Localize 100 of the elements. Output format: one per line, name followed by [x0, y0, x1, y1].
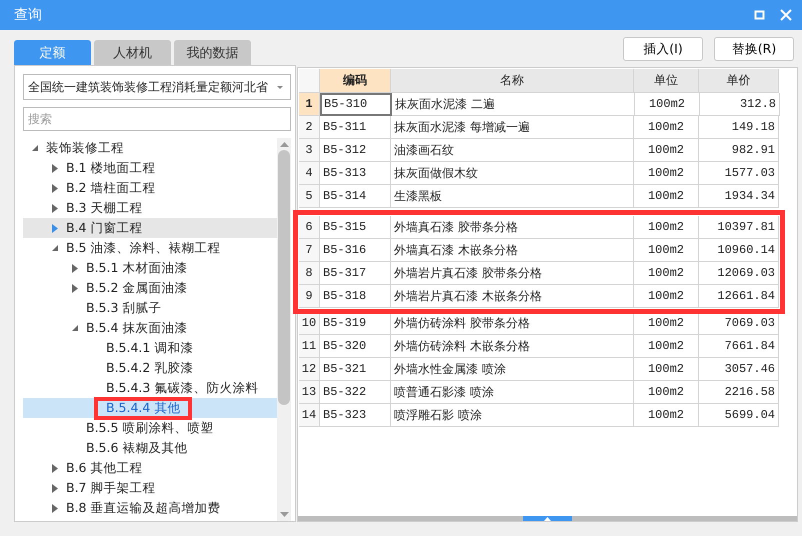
scrollbar[interactable]	[277, 138, 291, 521]
table-cell: 100m2	[634, 404, 699, 427]
row-number[interactable]: 12	[299, 358, 320, 381]
tree-item[interactable]: B.7 脚手架工程	[23, 478, 277, 498]
tree-item[interactable]: B.8 垂直运输及超高增加费	[23, 498, 277, 518]
collapsed-arrow-icon[interactable]	[52, 204, 58, 212]
collapsed-arrow-icon[interactable]	[52, 504, 58, 512]
action-button[interactable]: 插入(I)	[623, 37, 703, 61]
table-cell: 7661.84	[699, 335, 779, 358]
table-cell: B5-317	[320, 262, 391, 285]
table-cell: B5-312	[320, 139, 391, 162]
action-button[interactable]: 替换(R)	[714, 37, 794, 61]
table-cell: 2216.58	[699, 381, 779, 404]
collapsed-arrow-icon[interactable]	[72, 264, 78, 272]
row-number[interactable]: 9	[299, 285, 320, 308]
column-header[interactable]: 编码	[320, 69, 391, 93]
collapsed-arrow-icon[interactable]	[52, 464, 58, 472]
table-cell: 100m2	[634, 185, 699, 208]
table-cell: 外墙岩片真石漆 木嵌条分格	[391, 285, 634, 308]
table-cell: 外墙仿砖涂料 木嵌条分格	[391, 335, 634, 358]
tree-item[interactable]: B.2 墙柱面工程	[23, 178, 277, 198]
tree-item[interactable]: B.1 楼地面工程	[23, 158, 277, 178]
table-cell: 100m2	[634, 285, 699, 308]
library-dropdown[interactable]: 全国统一建筑装饰装修工程消耗量定额河北省	[23, 74, 291, 100]
table-cell: B5-320	[320, 335, 391, 358]
table-cell: B5-318	[320, 285, 391, 308]
column-header[interactable]: 名称	[391, 69, 634, 93]
tree-item[interactable]: B.5 油漆、涂料、裱糊工程	[23, 238, 277, 258]
collapsed-arrow-icon[interactable]	[52, 484, 58, 492]
table-cell: 3057.46	[699, 358, 779, 381]
row-number[interactable]: 2	[299, 116, 320, 139]
table-cell: 生漆黑板	[391, 185, 634, 208]
row-number[interactable]: 7	[299, 239, 320, 262]
table-cell: 100m2	[635, 93, 700, 116]
row-number[interactable]: 6	[299, 216, 320, 239]
tab[interactable]: 人材机	[94, 40, 171, 65]
row-number[interactable]: 14	[299, 404, 320, 427]
tree-item[interactable]: B.4 门窗工程	[23, 218, 277, 238]
table-cell: 外墙仿砖涂料 胶带条分格	[391, 312, 634, 335]
table-cell: 982.91	[699, 139, 779, 162]
table-cell: 抹灰面水泥漆 二遍	[392, 93, 635, 116]
table-cell: 1934.34	[699, 185, 779, 208]
row-number[interactable]: 8	[299, 262, 320, 285]
table-cell: 100m2	[634, 162, 699, 185]
collapsed-arrow-icon[interactable]	[52, 164, 58, 172]
table-cell: 5699.04	[699, 404, 779, 427]
scrollbar-thumb[interactable]	[523, 516, 572, 521]
table-cell: 100m2	[634, 216, 699, 239]
scrollbar-thumb[interactable]	[278, 150, 290, 405]
collapsed-arrow-icon[interactable]	[52, 184, 58, 192]
row-number[interactable]: 10	[299, 312, 320, 335]
expanded-arrow-icon[interactable]	[31, 144, 39, 152]
table-cell: 149.18	[699, 116, 779, 139]
close-icon[interactable]	[780, 9, 792, 21]
column-header[interactable]: 单价	[699, 69, 779, 93]
tree-item[interactable]: B.5.2 金属面油漆	[23, 278, 277, 298]
tree-item[interactable]: B.5.4.2 乳胶漆	[23, 358, 277, 378]
tree-item[interactable]: 装饰装修工程	[23, 138, 277, 158]
tab[interactable]: 我的数据	[174, 40, 251, 65]
table-cell: 抹灰面做假木纹	[391, 162, 634, 185]
tree-item[interactable]: B.5.3 刮腻子	[23, 298, 277, 318]
tree-item[interactable]: B.5.5 喷刷涂料、喷塑	[23, 418, 277, 438]
tree-item[interactable]: B.6 其他工程	[23, 458, 277, 478]
tree-item[interactable]: B.5.6 裱糊及其他	[23, 438, 277, 458]
row-number[interactable]: 11	[299, 335, 320, 358]
table-cell: 100m2	[634, 116, 699, 139]
collapsed-arrow-icon[interactable]	[72, 284, 78, 292]
dropdown-caret-icon	[276, 84, 284, 90]
tree-item[interactable]: B.5.4.1 调和漆	[23, 338, 277, 358]
table-cell: 1577.03	[699, 162, 779, 185]
expanded-arrow-icon[interactable]	[51, 244, 59, 252]
tree-item[interactable]: B.5.4 抹灰面油漆	[23, 318, 277, 338]
table-cell: B5-314	[320, 185, 391, 208]
table-cell: 100m2	[634, 262, 699, 285]
table-cell: B5-311	[320, 116, 391, 139]
table-cell: 外墙水性金属漆 喷涂	[391, 358, 634, 381]
row-number[interactable]: 4	[299, 162, 320, 185]
table-cell: 100m2	[634, 139, 699, 162]
expanded-arrow-icon[interactable]	[71, 324, 79, 332]
table-cell: 油漆画石纹	[391, 139, 634, 162]
row-number[interactable]: 3	[299, 139, 320, 162]
row-number[interactable]: 1	[299, 93, 320, 116]
tree-item[interactable]: B.5.1 木材面油漆	[23, 258, 277, 278]
row-number[interactable]: 5	[299, 185, 320, 208]
horizontal-scrollbar[interactable]	[298, 516, 797, 521]
table-cell: 7069.03	[699, 312, 779, 335]
column-header[interactable]: 单位	[634, 69, 699, 93]
scroll-up-icon[interactable]	[544, 517, 551, 521]
table-cell: 外墙真石漆 胶带条分格	[391, 216, 634, 239]
tree-item[interactable]: B.5.4.3 氟碳漆、防火涂料	[23, 378, 277, 398]
tree-item[interactable]: B.3 天棚工程	[23, 198, 277, 218]
collapsed-arrow-icon[interactable]	[52, 224, 58, 232]
table-cell: 312.8	[700, 93, 780, 116]
row-number[interactable]: 13	[299, 381, 320, 404]
restore-icon[interactable]	[754, 9, 766, 21]
table-cell: B5-319	[320, 312, 391, 335]
tree-item[interactable]: B.5.4.4 其他	[23, 398, 277, 418]
search-field[interactable]: 搜索	[23, 107, 291, 131]
table-cell: 100m2	[634, 381, 699, 404]
table-cell: 外墙真石漆 木嵌条分格	[391, 239, 634, 262]
